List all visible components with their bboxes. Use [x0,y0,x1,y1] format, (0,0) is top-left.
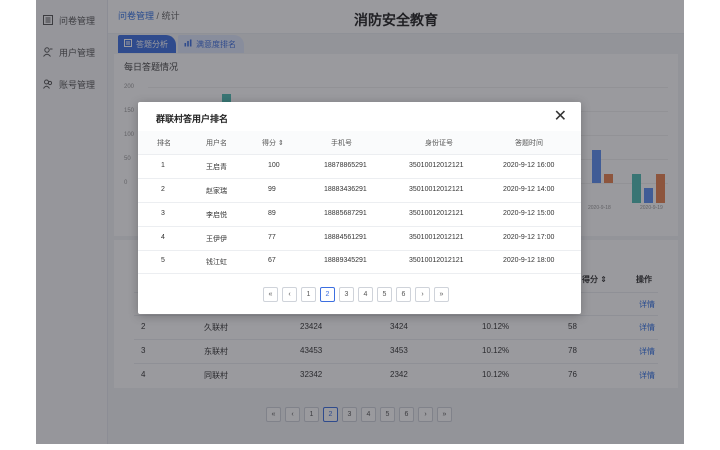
modal-cell: 18878865291 [324,162,367,169]
modal-cell: 李启悦 [206,212,227,219]
page-button-current[interactable]: 2 [320,287,335,302]
modal-cell: 35010012012121 [409,257,464,264]
modal-cell: 35010012012121 [409,210,464,217]
modal-cell: 4 [161,234,165,241]
row-divider [138,178,581,179]
last-page-button[interactable]: » [434,287,449,302]
modal-cell: 1 [161,162,165,169]
modal-cell: 77 [268,234,276,241]
modal-cell: 100 [268,162,280,169]
modal-cell: 18885687291 [324,210,367,217]
modal-cell: 35010012012121 [409,186,464,193]
close-icon[interactable]: ✕ [554,107,567,127]
modal-cell: 赵家瑞 [206,188,227,195]
row-divider [138,273,581,274]
modal-cell: 2020-9-12 18:00 [503,257,555,264]
modal-cell: 2020-9-12 14:00 [503,186,555,193]
column-header: 用户名 [206,140,227,147]
modal-cell: 5 [161,257,165,264]
modal-cell: 18889345291 [324,257,367,264]
row-divider [138,226,581,227]
column-header: 身份证号 [425,140,453,147]
modal-cell: 2020-9-12 15:00 [503,210,555,217]
modal-cell: 35010012012121 [409,162,464,169]
modal-cell: 89 [268,210,276,217]
row-divider [138,250,581,251]
row-divider [138,154,581,155]
column-header: 手机号 [331,140,352,147]
modal-cell: 钱江虹 [206,259,227,266]
modal-cell: 18883436291 [324,186,367,193]
page-button[interactable]: 6 [396,287,411,302]
page-button[interactable]: 5 [377,287,392,302]
modal-cell: 王伊伊 [206,236,227,243]
first-page-button[interactable]: « [263,287,278,302]
page-button[interactable]: 1 [301,287,316,302]
modal-cell: 2 [161,186,165,193]
user-ranking-modal: 群联村答用户排名 ✕ 排名 用户名 得分 ⇕ 手机号 身份证号 答题时间 1 王… [138,102,581,314]
modal-cell: 王启青 [206,164,227,171]
modal-cell: 2020-9-12 16:00 [503,162,555,169]
row-divider [138,202,581,203]
modal-cell: 35010012012121 [409,234,464,241]
modal-cell: 3 [161,210,165,217]
modal-cell: 2020-9-12 17:00 [503,234,555,241]
page-button[interactable]: 4 [358,287,373,302]
modal-cell: 67 [268,257,276,264]
sort-score-header[interactable]: 得分 ⇕ [262,138,284,148]
modal-pagination: « ‹ 1 2 3 4 5 6 › » [263,287,449,302]
prev-page-button[interactable]: ‹ [282,287,297,302]
column-header: 答题时间 [515,140,543,147]
modal-title: 群联村答用户排名 [156,114,229,124]
column-header: 排名 [157,140,171,147]
next-page-button[interactable]: › [415,287,430,302]
modal-cell: 99 [268,186,276,193]
modal-cell: 18884561291 [324,234,367,241]
page-button[interactable]: 3 [339,287,354,302]
